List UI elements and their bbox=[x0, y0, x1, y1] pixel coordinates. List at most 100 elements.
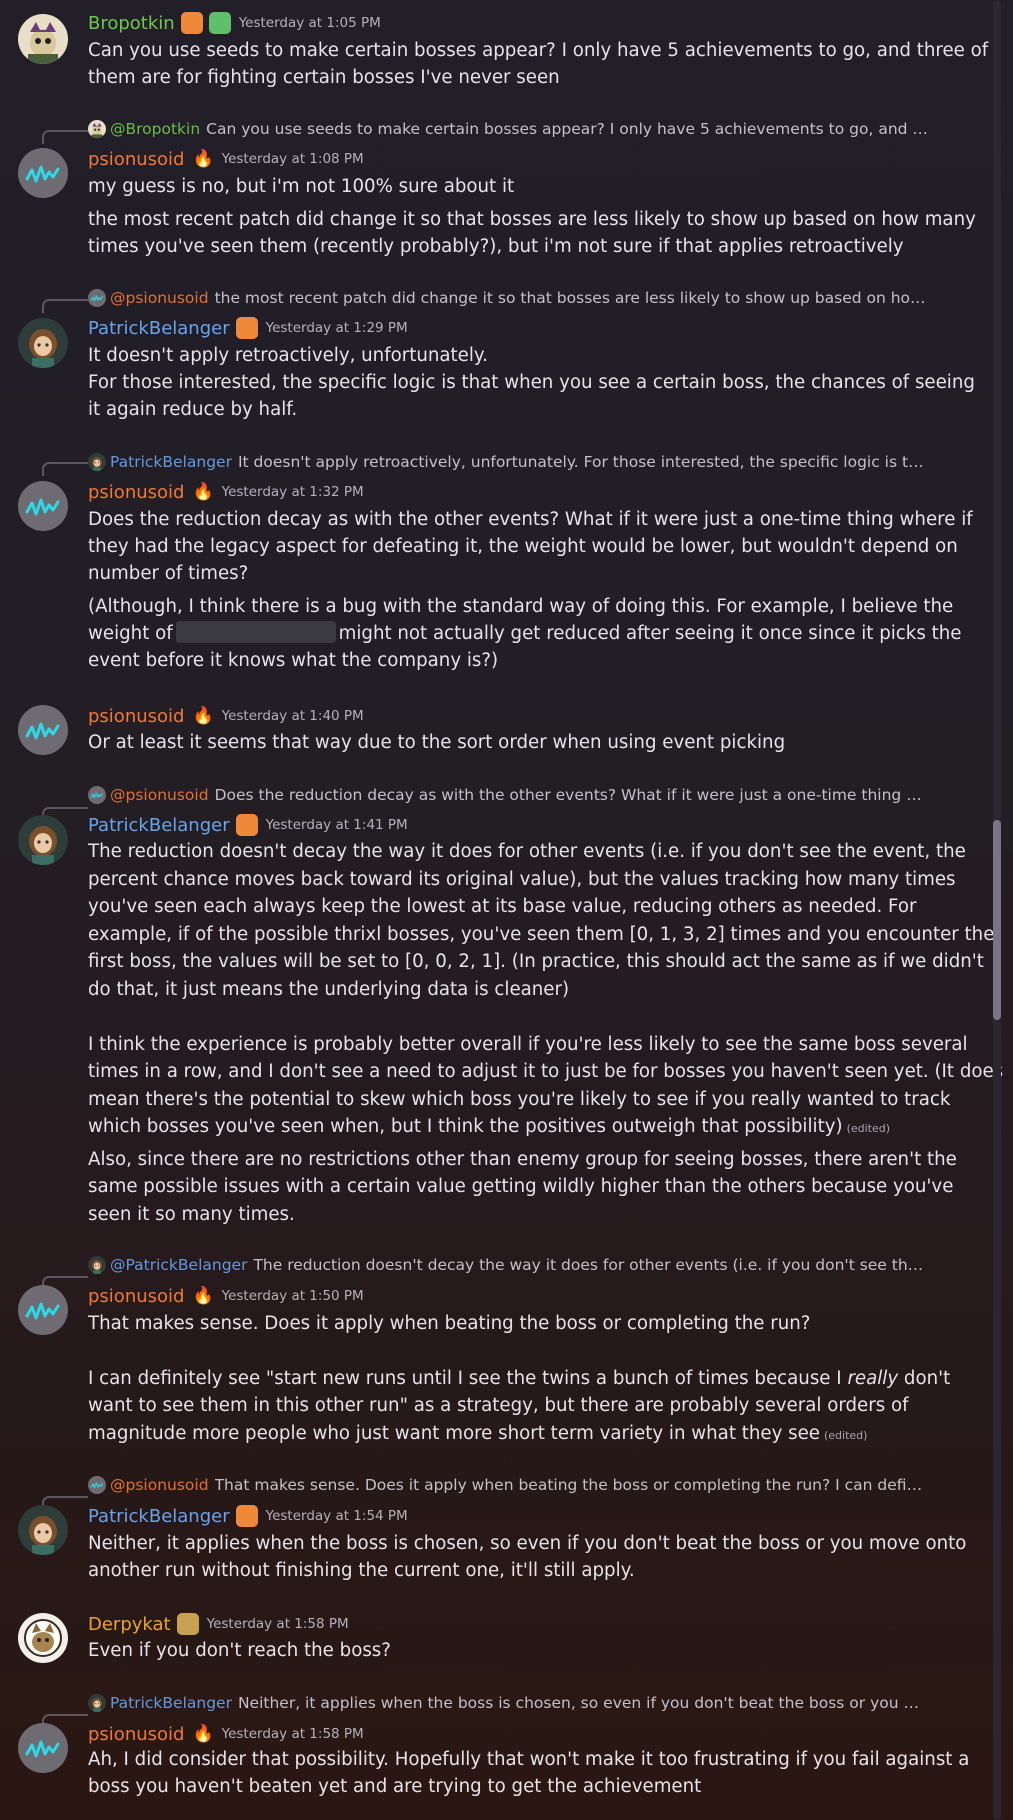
username[interactable]: psionusoid bbox=[88, 1286, 184, 1307]
message-text: seen it so many times. bbox=[88, 1204, 295, 1225]
reply-preview[interactable]: @psionusoid That makes sense. Does it ap… bbox=[88, 1474, 928, 1496]
reply-text: the most recent patch did change it so t… bbox=[214, 289, 928, 307]
edited-label: (edited) bbox=[823, 1429, 868, 1442]
message-text: another run without finishing the curren… bbox=[88, 1560, 635, 1581]
reply-text: It doesn't apply retroactively, unfortun… bbox=[237, 453, 928, 471]
message-text: which bosses you've seen when, but I thi… bbox=[88, 1116, 891, 1137]
timestamp: Yesterday at 1:41 PM bbox=[265, 817, 408, 833]
avatar[interactable] bbox=[18, 148, 68, 198]
reply-avatar bbox=[88, 1256, 106, 1274]
message-header: PatrickBelanger Yesterday at 1:54 PM bbox=[88, 1503, 408, 1529]
username[interactable]: psionusoid bbox=[88, 1724, 184, 1745]
message-text: times in a row, and I don't see a need t… bbox=[88, 1061, 1004, 1082]
avatar[interactable] bbox=[18, 705, 68, 755]
reply-text: Can you use seeds to make certain bosses… bbox=[206, 120, 928, 138]
reply-mention[interactable]: PatrickBelanger bbox=[110, 1694, 232, 1712]
avatar[interactable] bbox=[18, 815, 68, 865]
message-text: magnitude more people who just want more… bbox=[88, 1423, 868, 1444]
scrollbar-thumb[interactable] bbox=[993, 820, 1001, 1020]
message-text: Or at least it seems that way due to the… bbox=[88, 732, 786, 753]
timestamp: Yesterday at 1:05 PM bbox=[238, 15, 381, 31]
reply-preview[interactable]: @Bropotkin Can you use seeds to make cer… bbox=[88, 118, 928, 140]
message-header: psionusoid 🔥 Yesterday at 1:40 PM bbox=[88, 703, 364, 729]
message-text: want to see them in this other run" as a… bbox=[88, 1395, 909, 1416]
avatar[interactable] bbox=[18, 481, 68, 531]
edited-label: (edited) bbox=[846, 1122, 891, 1135]
reply-mention[interactable]: @psionusoid bbox=[110, 289, 209, 307]
avatar[interactable] bbox=[18, 1723, 68, 1773]
message-header: psionusoid 🔥 Yesterday at 1:08 PM bbox=[88, 146, 364, 172]
username[interactable]: PatrickBelanger bbox=[88, 815, 230, 836]
role-badge-icon bbox=[235, 1505, 258, 1527]
message-text: Even if you don't reach the boss? bbox=[88, 1640, 391, 1661]
reply-avatar bbox=[88, 1476, 106, 1494]
timestamp: Yesterday at 1:32 PM bbox=[221, 484, 364, 500]
message-text: my guess is no, but i'm not 100% sure ab… bbox=[88, 176, 515, 197]
message-text: first boss, the values will be set to [0… bbox=[88, 951, 984, 972]
timestamp: Yesterday at 1:08 PM bbox=[221, 151, 364, 167]
spoiler-block[interactable] bbox=[175, 621, 336, 643]
role-badge-icon bbox=[235, 814, 258, 836]
reply-preview[interactable]: PatrickBelanger It doesn't apply retroac… bbox=[88, 451, 928, 473]
username[interactable]: psionusoid bbox=[88, 706, 184, 727]
avatar[interactable] bbox=[18, 14, 68, 64]
message-text: them are for fighting certain bosses I'v… bbox=[88, 67, 560, 88]
reply-preview[interactable]: @PatrickBelanger The reduction doesn't d… bbox=[88, 1254, 928, 1276]
reply-avatar bbox=[88, 1694, 106, 1712]
message-text: (Although, I think there is a bug with t… bbox=[88, 596, 954, 617]
message-text: number of times? bbox=[88, 563, 249, 584]
fire-icon: 🔥 bbox=[192, 482, 214, 502]
message-text: The reduction doesn't decay the way it d… bbox=[88, 841, 966, 862]
reply-mention[interactable]: @psionusoid bbox=[110, 786, 209, 804]
username[interactable]: psionusoid bbox=[88, 482, 184, 503]
reply-mention[interactable]: PatrickBelanger bbox=[110, 453, 232, 471]
message-text: example, if of the possible thrixl bosse… bbox=[88, 924, 995, 945]
message-text: I can definitely see "start new runs unt… bbox=[88, 1368, 951, 1389]
message-text: It doesn't apply retroactively, unfortun… bbox=[88, 345, 488, 366]
message-header: Bropotkin Yesterday at 1:05 PM bbox=[88, 10, 381, 36]
reply-text: The reduction doesn't decay the way it d… bbox=[253, 1256, 928, 1274]
reply-preview[interactable]: @psionusoid Does the reduction decay as … bbox=[88, 784, 928, 806]
role-badge-icon bbox=[235, 317, 258, 339]
message-header: Derpykat Yesterday at 1:58 PM bbox=[88, 1611, 349, 1637]
message-text: Can you use seeds to make certain bosses… bbox=[88, 40, 989, 61]
message-text: it again reduce by half. bbox=[88, 399, 298, 420]
message-text: they had the legacy aspect for defeating… bbox=[88, 536, 958, 557]
reply-text: Does the reduction decay as with the oth… bbox=[214, 786, 928, 804]
reply-preview[interactable]: PatrickBelanger Neither, it applies when… bbox=[88, 1692, 928, 1714]
message-text: do that, it just means the underlying da… bbox=[88, 979, 570, 1000]
reply-preview[interactable]: @psionusoid the most recent patch did ch… bbox=[88, 287, 928, 309]
message-text: mean there's the potential to skew which… bbox=[88, 1089, 951, 1110]
reply-mention[interactable]: @PatrickBelanger bbox=[110, 1256, 247, 1274]
avatar[interactable] bbox=[18, 1505, 68, 1555]
reply-avatar bbox=[88, 289, 106, 307]
message-header: psionusoid 🔥 Yesterday at 1:32 PM bbox=[88, 479, 364, 505]
fire-icon: 🔥 bbox=[192, 1286, 214, 1306]
message-text: times you've seen them (recently probabl… bbox=[88, 236, 904, 257]
username[interactable]: PatrickBelanger bbox=[88, 318, 230, 339]
avatar[interactable] bbox=[18, 1613, 68, 1663]
message-header: PatrickBelanger Yesterday at 1:41 PM bbox=[88, 812, 408, 838]
username[interactable]: Bropotkin bbox=[88, 13, 175, 34]
reply-mention[interactable]: @Bropotkin bbox=[110, 120, 200, 138]
username[interactable]: Derpykat bbox=[88, 1614, 171, 1635]
message-list: Bropotkin Yesterday at 1:05 PM Can you u… bbox=[0, 0, 1004, 1820]
message-text: the most recent patch did change it so t… bbox=[88, 209, 976, 230]
message-text: Also, since there are no restrictions ot… bbox=[88, 1149, 957, 1170]
message-text: event before it knows what the company i… bbox=[88, 650, 499, 671]
leaf-badge-icon bbox=[208, 12, 231, 34]
message-text: percent chance moves back toward its ori… bbox=[88, 869, 956, 890]
message-header: psionusoid 🔥 Yesterday at 1:50 PM bbox=[88, 1283, 364, 1309]
username[interactable]: PatrickBelanger bbox=[88, 1506, 230, 1527]
username[interactable]: psionusoid bbox=[88, 149, 184, 170]
reply-avatar bbox=[88, 453, 106, 471]
avatar[interactable] bbox=[18, 318, 68, 368]
avatar[interactable] bbox=[18, 1285, 68, 1335]
message-text: Neither, it applies when the boss is cho… bbox=[88, 1533, 967, 1554]
message-text: you've seen each always keep the lowest … bbox=[88, 896, 917, 917]
message-text: boss you haven't beaten yet and are tryi… bbox=[88, 1776, 702, 1797]
reply-mention[interactable]: @psionusoid bbox=[110, 1476, 209, 1494]
message-text: Ah, I did consider that possibility. Hop… bbox=[88, 1749, 970, 1770]
message-text: weight of might not actually get reduced … bbox=[88, 621, 962, 644]
message-text: Does the reduction decay as with the oth… bbox=[88, 509, 973, 530]
